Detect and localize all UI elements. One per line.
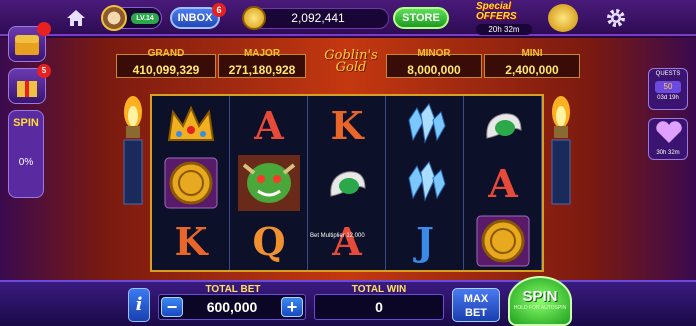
quests-timer: 03d 19h	[657, 95, 679, 101]
max-bet-button[interactable]: MAX BET	[452, 288, 500, 322]
reel-letter: K	[174, 218, 208, 264]
reel-letter: A	[488, 160, 518, 206]
heart-timer: 30h 32m	[656, 150, 680, 156]
decrease-bet-button[interactable]: −	[161, 297, 183, 317]
info-button[interactable]: i	[128, 288, 150, 322]
jackpot-label: MAJOR	[243, 48, 281, 59]
reel-letter: A	[332, 218, 362, 264]
quests-button[interactable]: QUESTS 50 03d 19h	[648, 68, 688, 110]
reel-symbol-gold-coin-icon	[152, 154, 230, 212]
reel-column: KA	[308, 96, 386, 270]
spin-card-percent: 0%	[18, 157, 34, 168]
total-win-value: 0	[314, 294, 444, 320]
reel-symbol-letter: K	[308, 96, 386, 154]
bonus-chest-button[interactable]	[8, 22, 51, 62]
heart-icon	[656, 121, 682, 143]
jackpot-label: MINI	[521, 48, 543, 59]
jackpot-panel: GRAND 410,099,329 MAJOR 271,180,928 Gobl…	[116, 48, 580, 80]
level-badge: LV.14	[131, 13, 159, 24]
quests-title: QUESTS	[655, 71, 681, 77]
reel-symbol-crystal-icon	[386, 154, 464, 212]
reel-symbol-goblin-icon	[230, 154, 308, 212]
spin-progress-card[interactable]: SPIN 0%	[8, 110, 44, 198]
profile-button[interactable]: LV.14	[101, 5, 162, 31]
reel-symbol-letter: A	[230, 96, 308, 154]
reel-symbol-letter: A	[308, 212, 386, 270]
coin-balance-value: 2,092,441	[291, 11, 345, 25]
jackpot-label: MINOR	[417, 48, 451, 59]
reel-column: A	[464, 96, 542, 270]
reel-symbol-emerald-claw-icon	[464, 96, 542, 154]
increase-bet-button[interactable]: +	[281, 297, 303, 317]
reel-column: K	[152, 96, 230, 270]
jackpot-value: 271,180,928	[228, 63, 296, 77]
gold-pot-icon[interactable]	[548, 4, 578, 32]
special-offers-timer: 20h 32m	[476, 24, 532, 35]
gift-badge: 5	[37, 64, 51, 78]
reel-column: AQ	[230, 96, 308, 270]
torch-left-icon	[123, 96, 143, 205]
total-bet-value: 600,000	[206, 299, 258, 315]
quests-number: 50	[655, 81, 681, 93]
reel-letter: Q	[252, 218, 286, 264]
game-logo: Goblin's Gold	[324, 48, 378, 75]
inbox-badge: 6	[212, 3, 226, 17]
reel-symbol-letter: A	[464, 154, 542, 212]
special-offers-title: Special OFFERS	[476, 1, 517, 22]
reel-symbol-crown-icon	[152, 96, 230, 154]
jackpot-label: GRAND	[147, 48, 185, 59]
coin-icon	[242, 6, 266, 30]
reel-letter: K	[330, 102, 364, 148]
spin-sublabel: HOLD FOR AUTOSPIN	[513, 305, 567, 311]
bet-multiplier: Bet Multiplier 12,000	[310, 233, 365, 239]
store-button[interactable]: STORE	[393, 7, 449, 29]
jackpot-value: 2,400,000	[505, 63, 559, 77]
reel-letter: A	[254, 102, 284, 148]
avatar	[101, 5, 127, 31]
jackpot-value: 8,000,000	[407, 63, 461, 77]
reel-symbol-gold-coin-icon	[464, 212, 542, 270]
heart-reward-button[interactable]: 30h 32m	[648, 118, 688, 160]
reel-letter: J	[416, 218, 434, 264]
top-bar: LV.14 INBOX 6 2,092,441 STORE Special OF…	[0, 0, 696, 36]
inbox-button[interactable]: INBOX 6	[170, 3, 226, 29]
reel-symbol-emerald-claw-icon	[308, 154, 386, 212]
jackpot-grand: GRAND 410,099,329	[116, 49, 216, 78]
jackpot-value: 410,099,329	[132, 63, 200, 77]
inbox-label: INBOX	[177, 12, 213, 24]
spin-label: SPIN	[522, 288, 558, 305]
coin-balance: 2,092,441	[242, 6, 389, 30]
reel-symbol-crystal-icon	[386, 96, 464, 154]
reel-symbol-letter: J	[386, 212, 464, 270]
reel-grid: KAQKAJA	[150, 94, 544, 272]
special-offers-button[interactable]: Special OFFERS 20h 32m	[476, 1, 532, 35]
reel-symbol-letter: K	[152, 212, 230, 270]
gift-button[interactable]: 5	[8, 64, 51, 104]
reel-column: J	[386, 96, 464, 270]
spin-button[interactable]: SPIN HOLD FOR AUTOSPIN	[508, 276, 572, 326]
torch-right-icon	[551, 96, 571, 205]
reel-symbol-letter: Q	[230, 212, 308, 270]
jackpot-minor: MINOR 8,000,000	[386, 49, 482, 78]
home-icon[interactable]	[66, 8, 86, 28]
jackpot-mini: MINI 2,400,000	[484, 49, 580, 78]
notification-badge	[37, 22, 51, 36]
gear-icon[interactable]	[605, 7, 627, 29]
spin-card-title: SPIN	[13, 117, 39, 129]
jackpot-major: MAJOR 271,180,928	[218, 49, 306, 78]
total-bet-box: − 600,000 +	[158, 294, 306, 320]
